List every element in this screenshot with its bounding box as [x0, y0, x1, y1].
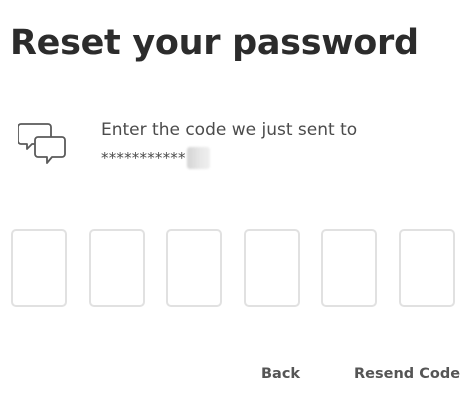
code-digit-2[interactable]: [89, 229, 145, 307]
code-digit-6[interactable]: [399, 229, 455, 307]
instruction-text: Enter the code we just sent to: [101, 120, 358, 140]
masked-contact: ***********: [101, 149, 186, 167]
action-bar: Back Resend Code: [0, 361, 476, 387]
back-button[interactable]: Back: [261, 361, 300, 387]
resend-code-button[interactable]: Resend Code: [354, 361, 460, 387]
contact-line: ***********: [101, 144, 357, 172]
code-digit-4[interactable]: [244, 229, 300, 307]
code-digit-1[interactable]: [11, 229, 67, 307]
code-digit-3[interactable]: [166, 229, 222, 307]
code-sent-message: Enter the code we just sent to *********…: [101, 116, 357, 172]
redacted-contact-blur: [186, 147, 210, 169]
code-digit-5[interactable]: [321, 229, 377, 307]
verification-code-inputs: [0, 229, 476, 309]
page-title: Reset your password: [10, 23, 419, 63]
chat-bubbles-icon: [17, 119, 68, 169]
